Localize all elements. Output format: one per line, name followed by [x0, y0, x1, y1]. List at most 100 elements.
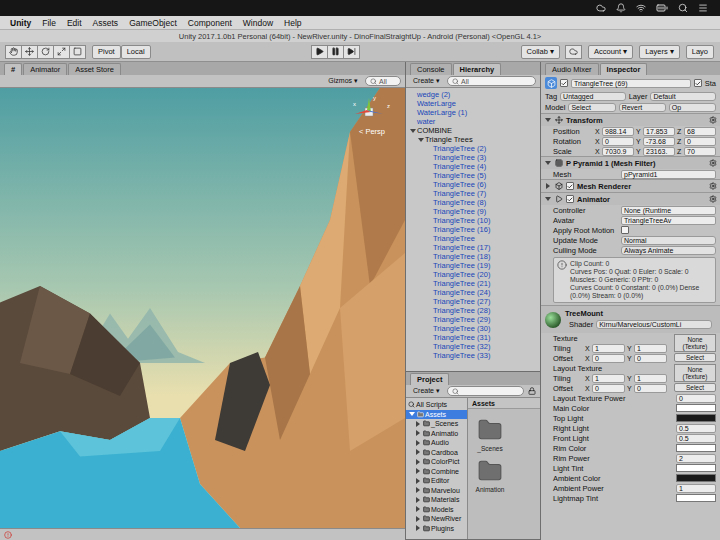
lock-icon[interactable]: [528, 387, 536, 395]
hierarchy-item[interactable]: wedge (2): [406, 90, 540, 99]
texture-slot[interactable]: None (Texture): [674, 364, 716, 382]
folder-tile[interactable]: Animation: [474, 458, 506, 493]
layers-button[interactable]: Layers ▾: [639, 45, 680, 59]
expand-arrow[interactable]: [425, 190, 433, 198]
hierarchy-item[interactable]: TriangleTree (19): [406, 261, 540, 270]
checkbox[interactable]: [694, 79, 702, 87]
number-field[interactable]: 0.5: [676, 434, 716, 443]
model-button[interactable]: Select: [568, 103, 615, 112]
number-field[interactable]: 1: [592, 374, 625, 383]
dropdown[interactable]: Normal: [621, 236, 716, 245]
model-button[interactable]: Op: [669, 103, 716, 112]
hierarchy-item[interactable]: TriangleTree (27): [406, 297, 540, 306]
checkbox[interactable]: [560, 79, 568, 87]
expand-arrow[interactable]: [408, 410, 416, 418]
select-button[interactable]: Select: [674, 383, 716, 392]
tree-item[interactable]: Animatio: [406, 429, 467, 439]
hierarchy-item[interactable]: TriangleTree (10): [406, 216, 540, 225]
number-field[interactable]: 0: [634, 354, 667, 363]
cloud-icon[interactable]: [596, 3, 606, 13]
number-field[interactable]: 0: [592, 384, 625, 393]
menu-icon[interactable]: [698, 3, 708, 13]
tree-item[interactable]: _Scenes: [406, 419, 467, 429]
expand-arrow[interactable]: [425, 226, 433, 234]
tree-item[interactable]: Editor: [406, 476, 467, 486]
object-field[interactable]: None (Runtime: [621, 206, 716, 215]
object-field[interactable]: TriangleTreeAv: [621, 216, 716, 225]
hierarchy-item[interactable]: TriangleTree (30): [406, 324, 540, 333]
battery-icon[interactable]: [656, 2, 668, 14]
layout-button[interactable]: Layo: [686, 45, 714, 59]
scene-search[interactable]: All: [365, 76, 401, 86]
expand-arrow[interactable]: [425, 316, 433, 324]
expand-arrow[interactable]: [414, 439, 422, 447]
expand-arrow[interactable]: [414, 524, 422, 532]
local-button[interactable]: Local: [121, 45, 151, 59]
number-field[interactable]: 1: [676, 484, 716, 493]
number-field[interactable]: 17.853: [643, 127, 675, 136]
shader-dropdown[interactable]: Kirnu/Marvelous/CustomLi: [596, 320, 712, 329]
rect-tool[interactable]: [69, 45, 86, 59]
number-field[interactable]: 0: [634, 384, 667, 393]
hierarchy-item[interactable]: TriangleTree: [406, 234, 540, 243]
hierarchy-item[interactable]: TriangleTree (17): [406, 243, 540, 252]
hierarchy-item[interactable]: COMBINE: [406, 126, 540, 135]
tree-item[interactable]: Combine: [406, 467, 467, 477]
menu-item[interactable]: File: [42, 18, 56, 28]
checkbox[interactable]: [621, 226, 629, 234]
tree-item[interactable]: ColorPict: [406, 457, 467, 467]
error-icon[interactable]: [4, 531, 12, 539]
expand-arrow[interactable]: [544, 116, 552, 124]
expand-arrow[interactable]: [425, 334, 433, 342]
play-button[interactable]: [311, 45, 328, 59]
color-swatch[interactable]: [676, 464, 716, 472]
create-button[interactable]: Create ▾: [410, 387, 443, 395]
menu-item[interactable]: Window: [243, 18, 273, 28]
checkbox[interactable]: [566, 195, 574, 203]
menu-item[interactable]: Unity: [10, 18, 31, 28]
pivot-button[interactable]: Pivot: [92, 45, 121, 59]
hierarchy-item[interactable]: TriangleTree (3): [406, 153, 540, 162]
number-field[interactable]: 1: [634, 374, 667, 383]
orientation-gizmo[interactable]: yxz: [351, 94, 393, 126]
hierarchy-item[interactable]: TriangleTree (9): [406, 207, 540, 216]
scene-render[interactable]: [0, 88, 405, 528]
hierarchy-item[interactable]: WaterLarge: [406, 99, 540, 108]
expand-arrow[interactable]: [417, 136, 425, 144]
panel-tab[interactable]: Animator: [23, 63, 67, 75]
tree-item[interactable]: Materials: [406, 495, 467, 505]
collab-button[interactable]: Collab ▾: [521, 45, 560, 59]
expand-arrow[interactable]: [414, 505, 422, 513]
panel-tab[interactable]: #: [4, 63, 22, 75]
component-header[interactable]: P Pyramid 1 (Mesh Filter): [541, 157, 720, 169]
color-swatch[interactable]: [676, 474, 716, 482]
tree-item[interactable]: Models: [406, 505, 467, 515]
number-field[interactable]: 988.14: [602, 127, 634, 136]
color-swatch[interactable]: [676, 414, 716, 422]
tree-item[interactable]: Audio: [406, 438, 467, 448]
component-header[interactable]: Transform: [541, 114, 720, 126]
expand-arrow[interactable]: [409, 91, 417, 99]
expand-arrow[interactable]: [544, 159, 552, 167]
panel-tab[interactable]: Inspector: [600, 63, 648, 75]
menu-item[interactable]: Help: [284, 18, 301, 28]
number-field[interactable]: 0: [592, 354, 625, 363]
expand-arrow[interactable]: [425, 343, 433, 351]
hierarchy-item[interactable]: TriangleTree (20): [406, 270, 540, 279]
project-search[interactable]: [447, 386, 524, 396]
gear-icon[interactable]: [709, 116, 717, 124]
hierarchy-item[interactable]: TriangleTree (8): [406, 198, 540, 207]
expand-arrow[interactable]: [414, 486, 422, 494]
hierarchy-item[interactable]: TriangleTree (28): [406, 306, 540, 315]
hierarchy-item[interactable]: TriangleTree (31): [406, 333, 540, 342]
component-header[interactable]: Animator: [541, 193, 720, 205]
expand-arrow[interactable]: [409, 127, 417, 135]
breadcrumb[interactable]: Assets: [468, 398, 540, 409]
checkbox[interactable]: [566, 182, 574, 190]
expand-arrow[interactable]: [425, 208, 433, 216]
color-swatch[interactable]: [676, 404, 716, 412]
number-field[interactable]: 68: [684, 127, 716, 136]
favorite-item[interactable]: All Scripts: [406, 400, 467, 410]
expand-arrow[interactable]: [544, 195, 552, 203]
gizmos-button[interactable]: Gizmos ▾: [325, 77, 361, 85]
